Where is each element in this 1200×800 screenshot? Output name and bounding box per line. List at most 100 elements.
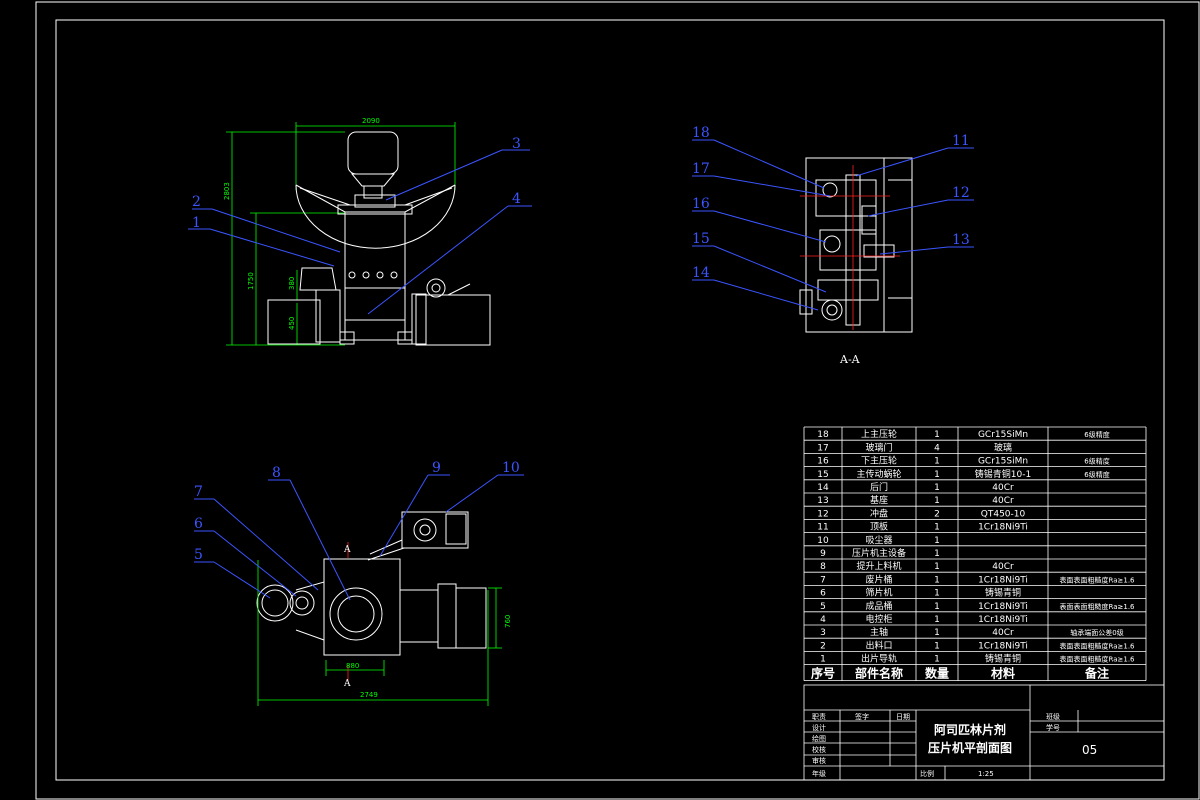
parts-cell-qty: 1 bbox=[934, 536, 940, 546]
section-leaders bbox=[692, 139, 974, 311]
parts-cell-name: 下主压轮 bbox=[861, 455, 897, 467]
parts-cell-no: 15 bbox=[817, 470, 828, 480]
section-view bbox=[799, 157, 913, 333]
parts-cell-note: 6级精度 bbox=[1084, 470, 1109, 479]
section-centerlines bbox=[800, 165, 900, 330]
callout-18: 18 bbox=[692, 125, 710, 141]
parts-cell-no: 9 bbox=[820, 549, 826, 559]
parts-cell-qty: 4 bbox=[934, 443, 940, 453]
callout-6: 6 bbox=[194, 516, 203, 532]
drawing-title-line2: 压片机平剖面图 bbox=[928, 740, 1012, 755]
parts-cell-note: 表面表面粗糙度Ra≥1.6 bbox=[1060, 602, 1136, 611]
parts-cell-qty: 1 bbox=[934, 655, 940, 665]
parts-cell-no: 4 bbox=[820, 615, 826, 625]
front-height-dim: 2803 bbox=[223, 182, 231, 200]
parts-cell-no: 13 bbox=[817, 496, 828, 506]
callout-7: 7 bbox=[194, 484, 203, 500]
title-role-design: 设计 bbox=[812, 723, 826, 732]
plan-height-dim: 760 bbox=[504, 615, 512, 628]
parts-cell-material: 铸锡青铜 bbox=[985, 653, 1021, 665]
parts-cell-no: 3 bbox=[820, 628, 826, 638]
parts-cell-name: 提升上料机 bbox=[856, 560, 901, 572]
title-header-sign: 签字 bbox=[855, 712, 869, 721]
parts-cell-qty: 1 bbox=[934, 602, 940, 612]
title-header-role: 职责 bbox=[812, 712, 826, 721]
callout-13: 13 bbox=[952, 232, 970, 248]
parts-cell-qty: 1 bbox=[934, 562, 940, 572]
cad-drawing: 2090 2803 1750 380 450 1 2 3 4 A-A 18 17… bbox=[35, 1, 1200, 800]
title-header-date: 日期 bbox=[896, 713, 910, 721]
parts-header-no: 序号 bbox=[811, 666, 835, 681]
parts-cell-material: QT450-10 bbox=[981, 509, 1026, 519]
parts-cell-material: 40Cr bbox=[992, 628, 1014, 638]
parts-cell-name: 废片桶 bbox=[865, 573, 892, 585]
parts-cell-qty: 1 bbox=[934, 496, 940, 506]
front-dim-a: 380 bbox=[288, 277, 296, 290]
parts-cell-name: 冲盘 bbox=[870, 507, 888, 519]
callout-3: 3 bbox=[512, 136, 521, 152]
callout-10: 10 bbox=[502, 460, 520, 476]
parts-list: 18 上主压轮 1 GCr15SiMn 6级精度17 玻璃门 4 玻璃16 下主压轮 1 GCr15… bbox=[803, 426, 1147, 681]
callout-15: 15 bbox=[692, 231, 710, 247]
parts-cell-material: 铸锡青铜10-1 bbox=[975, 468, 1031, 480]
parts-cell-no: 14 bbox=[817, 483, 829, 493]
parts-cell-note: 6级精度 bbox=[1084, 430, 1109, 439]
parts-cell-name: 成品桶 bbox=[865, 600, 892, 612]
callout-14: 14 bbox=[692, 265, 710, 281]
parts-cell-material: 40Cr bbox=[992, 562, 1014, 572]
section-label: A-A bbox=[839, 353, 861, 366]
student-id-label: 学号 bbox=[1046, 723, 1060, 732]
parts-cell-material: GCr15SiMn bbox=[978, 457, 1028, 467]
parts-cell-no: 10 bbox=[817, 536, 829, 546]
parts-cell-name: 玻璃门 bbox=[865, 441, 892, 453]
parts-header-name: 部件名称 bbox=[855, 666, 903, 681]
plan-section-mark-top: A bbox=[343, 545, 351, 555]
parts-cell-qty: 1 bbox=[934, 523, 940, 533]
parts-cell-qty: 1 bbox=[934, 615, 940, 625]
callout-5: 5 bbox=[194, 547, 203, 563]
outer-frame bbox=[35, 1, 1200, 800]
parts-cell-name: 出料口 bbox=[865, 639, 892, 651]
parts-cell-qty: 1 bbox=[934, 589, 940, 599]
parts-cell-material: 40Cr bbox=[992, 483, 1014, 493]
callout-8: 8 bbox=[272, 465, 281, 481]
parts-cell-qty: 1 bbox=[934, 470, 940, 480]
parts-cell-note: 表面表面粗糙度Ra≥1.6 bbox=[1060, 575, 1136, 584]
callout-17: 17 bbox=[692, 161, 710, 177]
plan-width-dim: 2749 bbox=[360, 691, 378, 699]
parts-cell-name: 后门 bbox=[870, 481, 888, 493]
parts-cell-no: 16 bbox=[817, 457, 829, 467]
class-label: 班级 bbox=[1046, 712, 1060, 721]
callout-1: 1 bbox=[192, 215, 201, 231]
plan-leaders bbox=[194, 474, 524, 601]
parts-cell-no: 7 bbox=[820, 575, 826, 585]
parts-cell-qty: 1 bbox=[934, 430, 940, 440]
parts-cell-no: 1 bbox=[820, 655, 826, 665]
plan-section-mark-bottom: A bbox=[343, 679, 351, 689]
scale-value: 1:25 bbox=[978, 770, 994, 778]
parts-header-note: 备注 bbox=[1084, 666, 1109, 681]
parts-cell-name: 主轴 bbox=[870, 626, 888, 638]
callout-4: 4 bbox=[512, 191, 521, 207]
parts-cell-name: 电控柜 bbox=[865, 613, 892, 625]
parts-cell-material: 1Cr18Ni9Ti bbox=[978, 615, 1028, 625]
parts-cell-material: 40Cr bbox=[992, 496, 1014, 506]
parts-cell-no: 17 bbox=[817, 443, 828, 453]
front-view bbox=[226, 122, 491, 346]
parts-cell-note: 表面表面粗糙度Ra≥1.6 bbox=[1060, 641, 1136, 650]
parts-cell-no: 11 bbox=[817, 523, 828, 533]
parts-cell-no: 6 bbox=[820, 589, 826, 599]
plan-view bbox=[256, 511, 487, 656]
parts-cell-qty: 2 bbox=[934, 509, 940, 519]
parts-cell-name: 基座 bbox=[870, 494, 888, 506]
callout-2: 2 bbox=[192, 194, 201, 210]
title-role-check: 校核 bbox=[812, 745, 826, 754]
parts-cell-qty: 1 bbox=[934, 483, 940, 493]
front-subheight-dim: 1750 bbox=[247, 272, 255, 290]
front-width-dim: 2090 bbox=[362, 117, 380, 125]
callout-9: 9 bbox=[432, 460, 441, 476]
front-dim-b: 450 bbox=[288, 317, 296, 330]
parts-cell-note: 6级精度 bbox=[1084, 457, 1109, 466]
parts-cell-name: 吸尘器 bbox=[865, 535, 892, 546]
plan-small-dim: 880 bbox=[346, 662, 359, 670]
